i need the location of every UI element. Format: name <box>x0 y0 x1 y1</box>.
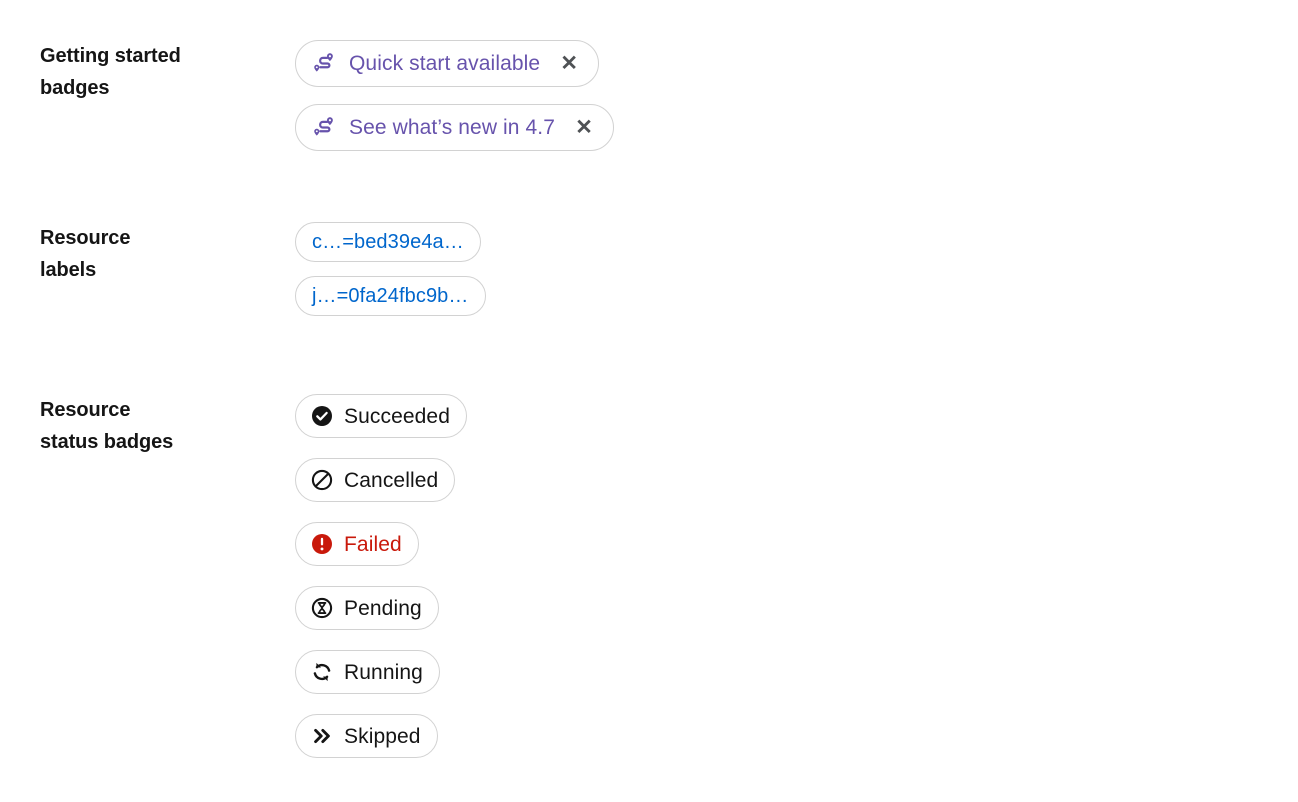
check-circle-filled-icon <box>310 404 334 428</box>
status-badge-succeeded[interactable]: Succeeded <box>295 394 467 438</box>
section-resource-labels: Resource labels c…=bed39e4a… j…=0fa24fbc… <box>40 222 486 316</box>
status-badge-pending[interactable]: Pending <box>295 586 439 630</box>
sync-alt-icon <box>310 660 334 684</box>
close-icon[interactable]: ✕ <box>554 49 584 79</box>
status-badge-label: Running <box>344 660 423 684</box>
status-badge-failed[interactable]: Failed <box>295 522 419 566</box>
section-label-resource-labels: Resource labels <box>40 227 131 281</box>
angle-double-right-icon <box>310 724 334 748</box>
exclamation-circle-filled-icon <box>310 532 334 556</box>
resource-label-text: c…=bed39e4a… <box>312 231 464 253</box>
status-badge-skipped[interactable]: Skipped <box>295 714 438 758</box>
section-label-getting-started: Getting started badges <box>40 45 181 99</box>
status-badge-label: Failed <box>344 532 402 556</box>
resource-label-chip[interactable]: j…=0fa24fbc9b… <box>295 276 486 316</box>
close-icon[interactable]: ✕ <box>569 113 599 143</box>
badge-showcase-page: Getting started badges Quick start avail… <box>0 0 1298 802</box>
badge-see-whats-new[interactable]: See what’s new in 4.7 ✕ <box>295 104 615 151</box>
status-badge-label: Cancelled <box>344 468 439 492</box>
status-badge-label: Skipped <box>344 724 421 748</box>
quick-start-route-icon <box>312 115 337 140</box>
status-badge-list: Succeeded Cancelled Failed Pending Runni… <box>295 394 467 758</box>
badge-label: See what’s new in 4.7 <box>349 116 556 139</box>
status-badge-running[interactable]: Running <box>295 650 440 694</box>
status-badge-label: Pending <box>344 596 422 620</box>
status-badge-label: Succeeded <box>344 404 450 428</box>
section-resource-status-badges: Resource status badges Succeeded Cancell… <box>40 394 467 758</box>
section-label-resource-status-badges: Resource status badges <box>40 399 174 453</box>
ban-icon <box>310 468 334 492</box>
quick-start-route-icon <box>312 51 337 76</box>
badge-label: Quick start available <box>349 52 541 75</box>
section-getting-started-badges: Getting started badges Quick start avail… <box>40 40 615 151</box>
resource-label-list: c…=bed39e4a… j…=0fa24fbc9b… <box>295 222 486 316</box>
hourglass-circle-icon <box>310 596 334 620</box>
badge-quick-start-available[interactable]: Quick start available ✕ <box>295 40 600 87</box>
status-badge-cancelled[interactable]: Cancelled <box>295 458 456 502</box>
resource-label-text: j…=0fa24fbc9b… <box>312 285 469 307</box>
resource-label-chip[interactable]: c…=bed39e4a… <box>295 222 481 262</box>
getting-started-badge-list: Quick start available ✕ See what’s new i… <box>295 40 615 151</box>
